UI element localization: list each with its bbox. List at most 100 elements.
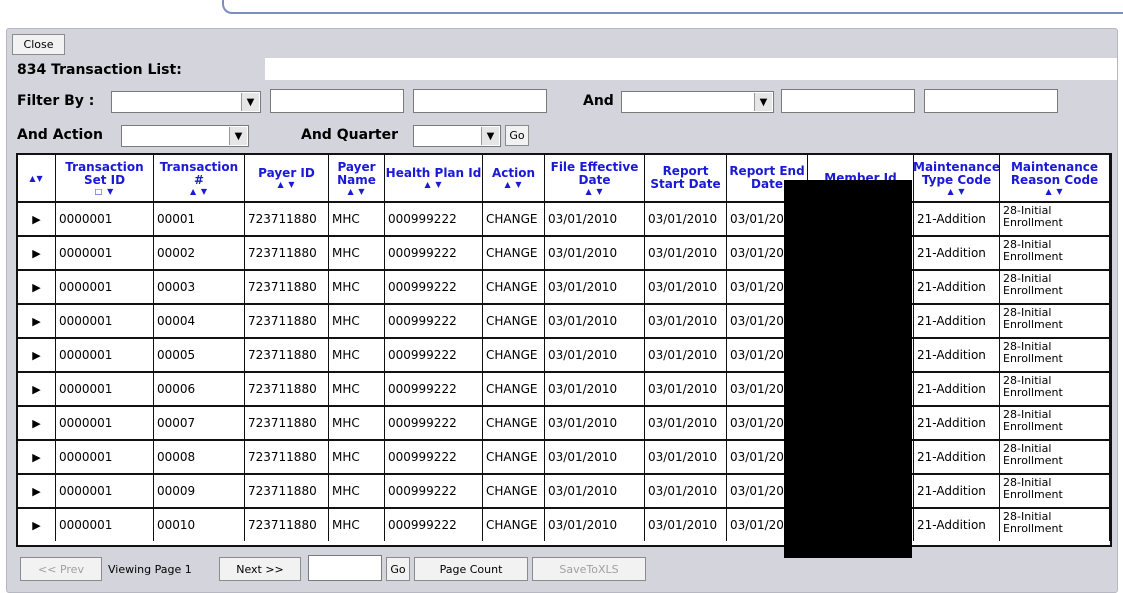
transaction-set-id-header[interactable]: Transaction Set ID □ ▼ (56, 155, 154, 201)
page-number-input[interactable] (308, 555, 382, 581)
table-cell-txn: 00003 (154, 269, 245, 303)
table-cell-start-date: 03/01/2010 (645, 303, 727, 337)
action-select[interactable]: ▼ (121, 125, 249, 147)
sort-arrows-icon[interactable]: ▲ ▼ (504, 180, 522, 189)
maintenance-reason-code-header[interactable]: Maintenance Reason Code ▲ ▼ (1000, 155, 1110, 201)
filter-value-input-2[interactable] (413, 89, 547, 113)
table-cell-start-date: 03/01/2010 (645, 235, 727, 269)
payer-id-header[interactable]: Payer ID ▲ ▼ (245, 155, 329, 201)
table-cell-payer-name: MHC (329, 507, 385, 541)
table-cell-reason-code: 28-Initial Enrollment (1000, 337, 1110, 371)
file-effective-date-header[interactable]: File Effective Date ▲ ▼ (545, 155, 645, 201)
select-column-header[interactable]: ▲▼ (18, 155, 56, 201)
table-cell-txn: 00009 (154, 473, 245, 507)
row-select-arrow-icon[interactable]: ▶ (18, 303, 56, 337)
quarter-select[interactable]: ▼ (413, 125, 501, 147)
chevron-down-icon: ▼ (754, 93, 772, 111)
page-go-button[interactable]: Go (386, 557, 410, 581)
table-cell-set-id: 0000001 (56, 371, 154, 405)
table-cell-set-id: 0000001 (56, 303, 154, 337)
sort-arrows-icon[interactable]: ▲ ▼ (947, 187, 965, 196)
column-header-label: File Effective Date (550, 159, 639, 187)
table-cell-set-id: 0000001 (56, 473, 154, 507)
table-cell-start-date: 03/01/2010 (645, 405, 727, 439)
table-cell-action: CHANGE (483, 303, 545, 337)
health-plan-id-header[interactable]: Health Plan Id ▲ ▼ (385, 155, 483, 201)
table-cell-reason-code: 28-Initial Enrollment (1000, 507, 1110, 541)
report-start-date-header[interactable]: Report Start Date (645, 155, 727, 201)
sort-arrows-icon[interactable]: ▲ ▼ (190, 187, 208, 196)
table-cell-type-code: 21-Addition (914, 473, 1000, 507)
chevron-down-icon: ▼ (481, 127, 499, 145)
and-action-label: And Action (17, 127, 103, 143)
table-cell-txn: 00010 (154, 507, 245, 541)
row-select-arrow-icon[interactable]: ▶ (18, 235, 56, 269)
prev-page-button[interactable]: << Prev (20, 557, 102, 581)
and-value-input-2[interactable] (924, 89, 1058, 113)
transaction-number-header[interactable]: Transaction # ▲ ▼ (154, 155, 245, 201)
column-header-label: Maintenance Reason Code (1010, 159, 1099, 187)
row-select-arrow-icon[interactable]: ▶ (18, 337, 56, 371)
table-cell-type-code: 21-Addition (914, 371, 1000, 405)
row-select-arrow-icon[interactable]: ▶ (18, 473, 56, 507)
table-cell-plan-id: 000999222 (385, 303, 483, 337)
table-cell-payer-id: 723711880 (245, 303, 329, 337)
table-cell-reason-code: 28-Initial Enrollment (1000, 405, 1110, 439)
table-cell-payer-id: 723711880 (245, 507, 329, 541)
action-header[interactable]: Action ▲ ▼ (483, 155, 545, 201)
table-cell-txn: 00002 (154, 235, 245, 269)
and-quarter-label: And Quarter (301, 127, 399, 143)
payer-name-header[interactable]: Payer Name ▲ ▼ (329, 155, 385, 201)
table-cell-action: CHANGE (483, 371, 545, 405)
column-header-label: Health Plan Id (385, 166, 482, 180)
table-cell-payer-name: MHC (329, 303, 385, 337)
sort-arrows-icon[interactable]: ▲ ▼ (277, 180, 295, 189)
table-cell-set-id: 0000001 (56, 201, 154, 235)
table-cell-reason-code: 28-Initial Enrollment (1000, 269, 1110, 303)
table-cell-payer-id: 723711880 (245, 371, 329, 405)
table-cell-type-code: 21-Addition (914, 235, 1000, 269)
table-cell-type-code: 21-Addition (914, 439, 1000, 473)
filter-field-select[interactable]: ▼ (111, 91, 261, 113)
and-value-input-1[interactable] (781, 89, 915, 113)
sort-arrows-icon[interactable]: □ ▼ (95, 187, 115, 196)
row-select-arrow-icon[interactable]: ▶ (18, 201, 56, 235)
sort-arrows-icon[interactable]: ▲ ▼ (424, 180, 442, 189)
table-cell-set-id: 0000001 (56, 235, 154, 269)
next-page-button[interactable]: Next >> (219, 557, 301, 581)
close-button[interactable]: Close (12, 34, 65, 55)
save-to-xls-button[interactable]: SaveToXLS (532, 557, 646, 581)
row-select-arrow-icon[interactable]: ▶ (18, 269, 56, 303)
table-cell-type-code: 21-Addition (914, 405, 1000, 439)
table-cell-file-date: 03/01/2010 (545, 235, 645, 269)
sort-arrows-icon[interactable]: ▲▼ (29, 174, 43, 183)
row-select-arrow-icon[interactable]: ▶ (18, 371, 56, 405)
table-cell-set-id: 0000001 (56, 269, 154, 303)
table-cell-action: CHANGE (483, 269, 545, 303)
sort-arrows-icon[interactable]: ▲ ▼ (347, 187, 365, 196)
table-cell-type-code: 21-Addition (914, 303, 1000, 337)
sort-arrows-icon[interactable]: ▲ ▼ (1045, 187, 1063, 196)
redacted-region (784, 180, 912, 558)
maintenance-type-code-header[interactable]: Maintenance Type Code ▲ ▼ (914, 155, 1000, 201)
filter-value-input-1[interactable] (270, 89, 404, 113)
column-header-label: Payer Name (337, 159, 376, 187)
table-cell-payer-name: MHC (329, 405, 385, 439)
table-cell-plan-id: 000999222 (385, 371, 483, 405)
table-cell-payer-name: MHC (329, 201, 385, 235)
viewing-page-label: Viewing Page 1 (108, 563, 192, 576)
table-cell-payer-id: 723711880 (245, 235, 329, 269)
table-cell-set-id: 0000001 (56, 439, 154, 473)
row-select-arrow-icon[interactable]: ▶ (18, 507, 56, 541)
page-count-button[interactable]: Page Count (414, 557, 528, 581)
table-cell-plan-id: 000999222 (385, 337, 483, 371)
row-select-arrow-icon[interactable]: ▶ (18, 405, 56, 439)
sort-arrows-icon[interactable]: ▲ ▼ (585, 187, 603, 196)
filter-go-button[interactable]: Go (505, 125, 529, 146)
table-cell-txn: 00007 (154, 405, 245, 439)
table-cell-type-code: 21-Addition (914, 507, 1000, 541)
row-select-arrow-icon[interactable]: ▶ (18, 439, 56, 473)
table-cell-file-date: 03/01/2010 (545, 201, 645, 235)
and-field-select[interactable]: ▼ (621, 91, 774, 113)
table-cell-start-date: 03/01/2010 (645, 473, 727, 507)
